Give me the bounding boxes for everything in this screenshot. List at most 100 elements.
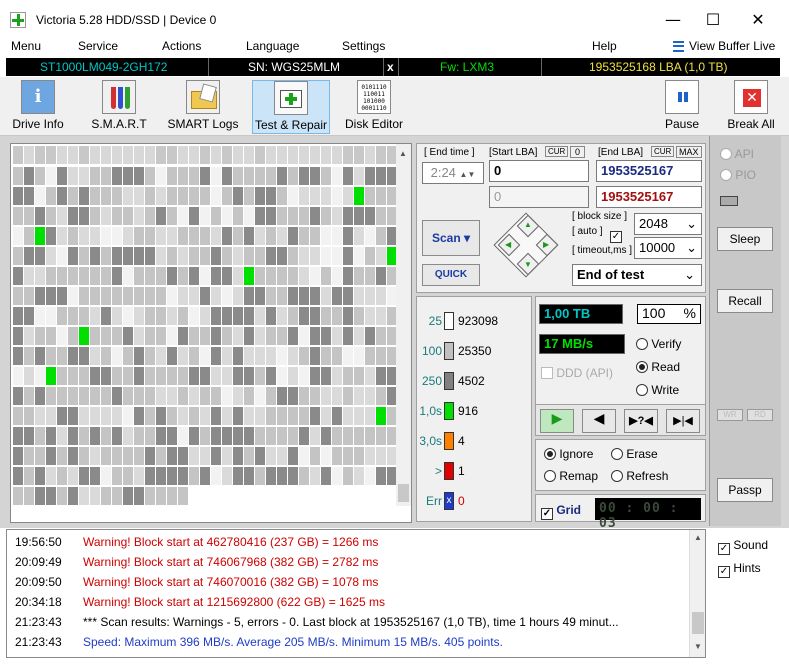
write-radio[interactable]: Write — [636, 383, 679, 397]
hints-checkbox[interactable]: ✓ Hints — [718, 561, 761, 578]
pause-button[interactable]: Pause — [660, 80, 704, 134]
block-cell — [24, 367, 34, 385]
block-cell — [211, 407, 221, 425]
end-mode-select[interactable]: End of test ⌄ — [572, 264, 702, 286]
block-cell — [266, 247, 276, 265]
disk-editor-button[interactable]: 0101110 110011 101000 0001110 Disk Edito… — [342, 80, 406, 134]
play-button[interactable]: ▶ — [540, 409, 574, 433]
start-lba-field[interactable]: 0 — [489, 160, 589, 182]
block-cell — [321, 467, 331, 485]
menu-settings[interactable]: Settings — [342, 39, 385, 53]
quick-button[interactable]: QUICK — [422, 264, 480, 286]
wr-button[interactable]: WR — [717, 409, 743, 421]
jump-end-button[interactable]: ▶|◀ — [666, 409, 700, 433]
block-cell — [332, 207, 342, 225]
direction-pad[interactable]: ▲ ▼ ◀ ▶ — [491, 210, 561, 280]
menu-service[interactable]: Service — [78, 39, 118, 53]
view-buffer-live[interactable]: View Buffer Live — [689, 39, 775, 53]
log-row: 20:34:18 Warning! Block start at 12156928… — [15, 595, 385, 615]
passp-button[interactable]: Passp — [717, 478, 773, 502]
jump-unknown-button[interactable]: ▶?◀ — [624, 409, 658, 433]
block-cell — [332, 327, 342, 345]
start-lba-field-2[interactable]: 0 — [489, 186, 589, 208]
block-cell — [145, 267, 155, 285]
refresh-radio[interactable]: Refresh — [611, 469, 668, 483]
block-cell — [211, 467, 221, 485]
test-repair-button[interactable]: Test & Repair — [252, 80, 330, 134]
ddd-api-checkbox[interactable]: DDD (API) — [541, 366, 613, 380]
end-cur-button[interactable]: CUR — [651, 146, 675, 157]
timeout-select[interactable]: 10000 ⌄ — [634, 237, 702, 259]
block-cell — [266, 467, 276, 485]
close-button[interactable]: ✕ — [735, 6, 781, 34]
ignore-radio[interactable]: Ignore — [544, 447, 593, 461]
maximize-button[interactable]: ☐ — [690, 6, 736, 34]
grid-checkbox[interactable]: ✓ Grid — [541, 503, 581, 520]
block-cell — [167, 307, 177, 325]
block-cell — [57, 187, 67, 205]
menu-actions[interactable]: Actions — [162, 39, 201, 53]
block-cell — [343, 427, 353, 445]
start-cur-value[interactable]: 0 — [570, 146, 586, 158]
api-radio[interactable]: API — [720, 147, 754, 161]
menu-menu[interactable]: Menu — [11, 39, 41, 53]
log-scrollbar[interactable]: ▲ ▼ — [689, 530, 705, 657]
block-cell — [178, 167, 188, 185]
block-cell — [299, 207, 309, 225]
end-max-button[interactable]: MAX — [676, 146, 702, 158]
end-lba-field-2[interactable]: 1953525167 — [596, 186, 702, 208]
pause-icon — [665, 80, 699, 114]
scan-button[interactable]: Scan ▾ — [422, 220, 480, 256]
block-cell — [46, 146, 56, 164]
block-cell — [288, 167, 298, 185]
block-cell — [376, 227, 386, 245]
erase-radio[interactable]: Erase — [611, 447, 658, 461]
verify-radio[interactable]: Verify — [636, 337, 681, 351]
block-cell — [222, 187, 232, 205]
block-size-select[interactable]: 2048 ⌄ — [634, 213, 702, 235]
block-cell — [123, 367, 133, 385]
block-cell — [343, 287, 353, 305]
block-cell — [354, 467, 364, 485]
block-cell — [57, 207, 67, 225]
start-cur-button[interactable]: CUR — [545, 146, 569, 157]
block-cell — [134, 447, 144, 465]
block-cell — [299, 247, 309, 265]
block-cell — [167, 447, 177, 465]
block-cell — [244, 187, 254, 205]
block-cell — [288, 467, 298, 485]
pio-radio[interactable]: PIO — [720, 168, 756, 182]
block-cell — [365, 307, 375, 325]
sound-checkbox[interactable]: ✓ Sound — [718, 538, 768, 555]
smart-logs-button[interactable]: SMART Logs — [166, 80, 240, 134]
block-cell — [145, 487, 155, 505]
menu-language[interactable]: Language — [246, 39, 299, 53]
block-cell — [134, 427, 144, 445]
left-arrow-icon: ◀ — [505, 240, 512, 249]
block-cell — [35, 427, 45, 445]
drive-info-button[interactable]: i Drive Info — [8, 80, 68, 134]
block-cell — [46, 267, 56, 285]
smart-button[interactable]: S.M.A.R.T — [88, 80, 150, 134]
log-message: Speed: Maximum 396 MB/s. Average 205 MB/… — [83, 635, 503, 649]
break-all-button[interactable]: ✕ Break All — [724, 80, 778, 134]
block-map-scrollbar[interactable]: ▲ — [396, 144, 411, 506]
block-cell — [222, 327, 232, 345]
auto-checkbox[interactable]: ✓ — [610, 231, 622, 243]
remap-radio[interactable]: Remap — [544, 469, 598, 483]
list-icon — [673, 41, 684, 52]
block-cell — [343, 267, 353, 285]
menu-help[interactable]: Help — [592, 39, 617, 53]
end-lba-field[interactable]: 1953525167 — [596, 160, 702, 182]
rd-button[interactable]: RD — [747, 409, 773, 421]
read-radio[interactable]: Read — [636, 360, 680, 374]
block-cell — [68, 387, 78, 405]
end-time-field[interactable]: 2:24 ▲▼ — [422, 162, 484, 184]
block-cell — [233, 227, 243, 245]
sleep-button[interactable]: Sleep — [717, 227, 773, 251]
reverse-button[interactable]: ◀ — [582, 409, 616, 433]
block-cell — [299, 307, 309, 325]
recall-button[interactable]: Recall — [717, 289, 773, 313]
block-cell — [178, 487, 188, 505]
block-cell — [156, 307, 166, 325]
